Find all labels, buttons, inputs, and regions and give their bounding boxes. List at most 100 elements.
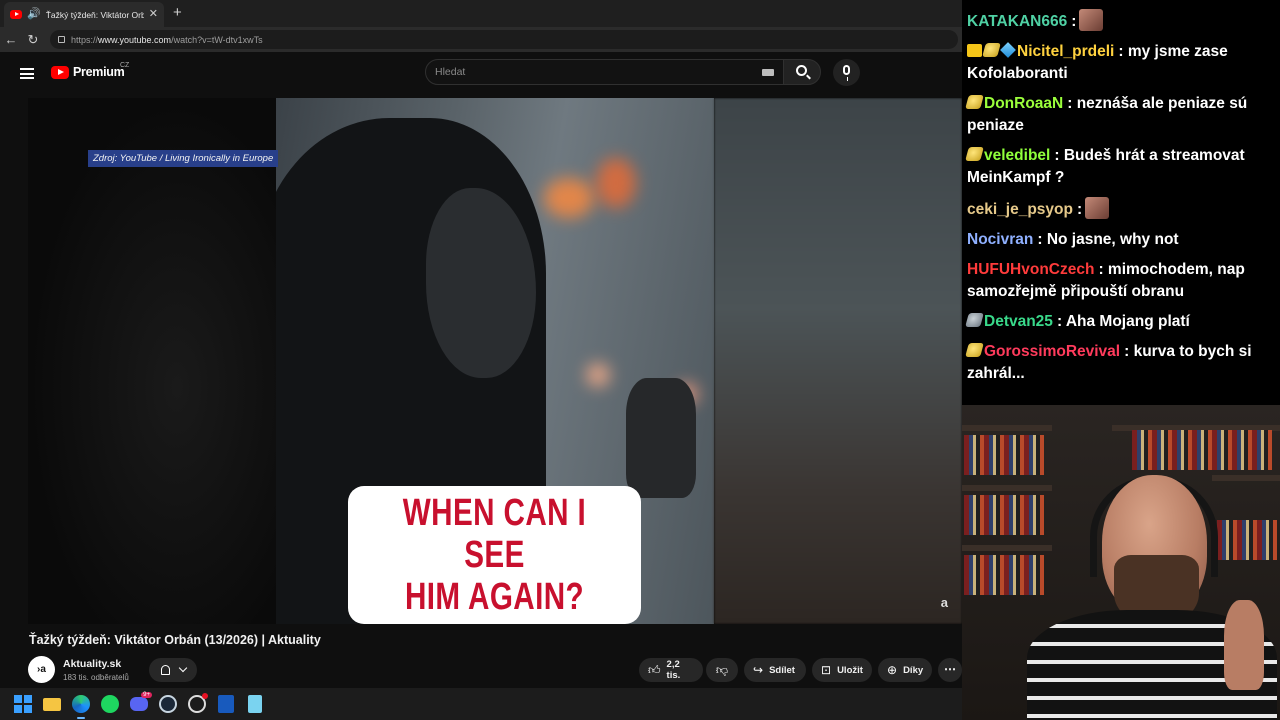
- channel-avatar[interactable]: ›a: [28, 656, 55, 683]
- back-arrow-icon[interactable]: ←: [0, 32, 22, 47]
- chat-message: veledibel: Budeš hrát a streamovat MeinK…: [965, 147, 1245, 186]
- region-code: CZ: [120, 62, 130, 69]
- url-text: https://www.youtube.com/watch?v=tW-dtv1x…: [71, 35, 263, 45]
- screen: 🔊 Ťažký týždeň: Viktátor Orbán | ✕ + ← ↻…: [0, 0, 1280, 720]
- streamer-hand: [1224, 600, 1264, 690]
- url-path: /watch?v=tW-dtv1xwTs: [171, 34, 263, 45]
- chat-username[interactable]: Nicitel_prdeli: [1017, 43, 1114, 60]
- word-button[interactable]: [215, 693, 237, 715]
- voice-search-button[interactable]: [833, 59, 860, 86]
- thanks-button[interactable]: ⊕ Díky: [878, 658, 932, 682]
- reload-icon[interactable]: ↻: [22, 32, 44, 48]
- menu-icon[interactable]: [20, 68, 34, 79]
- super-thanks-icon: ⊕: [887, 663, 898, 677]
- obs-button[interactable]: [186, 693, 208, 715]
- chat-message: GorossimoRevival: kurva to bych si zahrá…: [965, 343, 1252, 382]
- chat-username[interactable]: Detvan25: [984, 313, 1053, 330]
- start-button[interactable]: [12, 693, 34, 715]
- keyboard-icon[interactable]: [762, 69, 774, 76]
- stream-chat: KATAKAN666: Nicitel_prdeli: my jsme zase…: [962, 0, 1280, 405]
- close-tab-icon[interactable]: ✕: [149, 9, 158, 20]
- save-button[interactable]: ⊡ Uložit: [812, 658, 872, 682]
- chat-message: ceki_je_psyop:: [967, 197, 1274, 221]
- channel-name[interactable]: Aktuality.sk: [63, 658, 121, 670]
- video-frame-left: [28, 98, 276, 624]
- word-icon: [218, 695, 234, 713]
- windows-taskbar: 9+: [0, 688, 962, 720]
- chat-message: HUFUHvonCzech: mimochodem, nap samozřejm…: [967, 261, 1245, 300]
- tab-youtube[interactable]: 🔊 Ťažký týždeň: Viktátor Orbán | ✕: [4, 2, 164, 27]
- more-actions-icon[interactable]: ⋯: [938, 658, 962, 682]
- save-label: Uložit: [837, 664, 863, 676]
- logo-text: Premium: [73, 65, 125, 79]
- chat-username[interactable]: KATAKAN666: [967, 13, 1067, 30]
- active-indicator: [77, 717, 85, 719]
- sub-badge-icon: [965, 147, 984, 161]
- chat-message: Nocivran: No jasne, why not: [967, 231, 1179, 248]
- notepad-icon: [248, 695, 262, 713]
- notifications-button[interactable]: [149, 658, 197, 682]
- share-label: Sdílet: [769, 664, 795, 676]
- dislike-button[interactable]: 👎︎: [706, 658, 738, 682]
- thanks-label: Díky: [903, 664, 924, 676]
- site-info-icon[interactable]: [58, 36, 65, 43]
- url-prefix: https://: [71, 34, 99, 45]
- video-frame-right: [714, 98, 962, 624]
- like-count: 2,2 tis.: [666, 659, 681, 681]
- chat-username[interactable]: HUFUHvonCzech: [967, 261, 1094, 278]
- chat-username[interactable]: DonRoaaN: [984, 95, 1063, 112]
- sub-badge-icon: [965, 95, 984, 109]
- youtube-logo[interactable]: Premium: [51, 65, 125, 79]
- youtube-favicon-icon: [10, 10, 22, 19]
- thumbs-up-icon: 👍︎: [648, 662, 661, 677]
- bookmark-icon: ⊡: [821, 663, 832, 677]
- url-field[interactable]: https://www.youtube.com/watch?v=tW-dtv1x…: [50, 30, 958, 49]
- search-icon: [796, 65, 807, 76]
- url-host: www.youtube.com: [98, 34, 172, 45]
- edge-button[interactable]: [70, 693, 92, 719]
- tab-title: Ťažký týždeň: Viktátor Orbán |: [45, 9, 144, 20]
- face-emote-icon: [1085, 197, 1110, 219]
- caption-line-2: HIM AGAIN?: [405, 576, 584, 618]
- file-explorer-button[interactable]: [41, 693, 63, 715]
- discord-badge: 9+: [141, 692, 152, 698]
- new-tab-icon[interactable]: +: [173, 5, 182, 20]
- video-player[interactable]: Zdroj: YouTube / Living Ironically in Eu…: [28, 98, 962, 624]
- recording-dot-icon: [202, 693, 208, 699]
- chevron-down-icon: [178, 663, 187, 673]
- chat-username[interactable]: ceki_je_psyop: [967, 201, 1073, 218]
- chat-message: DonRoaaN: neznáša ale peniaze sú peniaze: [965, 95, 1248, 134]
- search-button[interactable]: [783, 59, 821, 85]
- sub-badge-icon: [965, 313, 984, 327]
- chat-username[interactable]: GorossimoRevival: [984, 343, 1120, 360]
- search-box: [425, 59, 785, 85]
- crown-badge-icon: [967, 44, 982, 57]
- speaker-icon[interactable]: 🔊: [27, 9, 41, 20]
- hand-on-glass: [626, 378, 696, 498]
- thumbs-down-icon: 👎︎: [715, 662, 729, 677]
- spotify-button[interactable]: [99, 693, 121, 715]
- share-button[interactable]: ↪ Sdílet: [744, 658, 806, 682]
- discord-icon: [130, 697, 148, 711]
- windows-logo-icon: [14, 695, 32, 713]
- sub-badge-icon: [982, 43, 1001, 57]
- address-bar: ← ↻ https://www.youtube.com/watch?v=tW-d…: [0, 27, 962, 52]
- chat-username[interactable]: veledibel: [984, 147, 1050, 164]
- webcam-feed: [962, 405, 1280, 720]
- microphone-icon: [843, 65, 850, 81]
- face-emote-icon: [1079, 9, 1104, 31]
- youtube-play-icon: [51, 65, 69, 79]
- edge-icon: [72, 695, 90, 713]
- chat-username[interactable]: Nocivran: [967, 231, 1033, 248]
- like-button[interactable]: 👍︎ 2,2 tis.: [639, 658, 703, 682]
- chat-message: Nicitel_prdeli: my jsme zase Kofolaboran…: [967, 42, 1228, 82]
- steam-button[interactable]: [157, 693, 179, 715]
- sub-badge-icon: [965, 343, 984, 357]
- caption-card: WHEN CAN I SEE HIM AGAIN?: [348, 486, 641, 624]
- discord-button[interactable]: 9+: [128, 692, 152, 715]
- channel-watermark: a: [940, 595, 948, 610]
- bell-icon: [160, 665, 170, 675]
- notepad-button[interactable]: [244, 693, 266, 715]
- search-input[interactable]: [435, 66, 755, 78]
- chat-text: No jasne, why not: [1046, 231, 1179, 248]
